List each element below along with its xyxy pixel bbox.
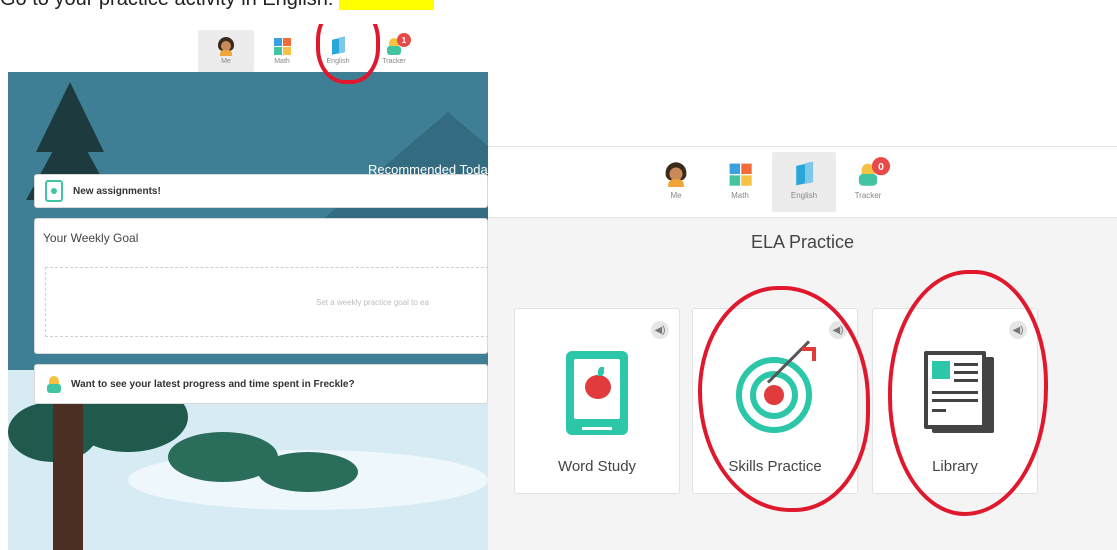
tracker-icon: 1 (385, 33, 411, 55)
progress-prompt-text: Want to see your latest progress and tim… (71, 378, 355, 390)
top-nav: Me Math English 1 Tracker (198, 30, 422, 72)
avatar-icon (664, 161, 687, 187)
top-nav: Me Math English 0 Tracker (644, 152, 900, 212)
highlight-marker (339, 0, 435, 10)
progress-prompt-card[interactable]: Want to see your latest progress and tim… (34, 364, 488, 404)
page-title: ELA Practice (750, 232, 855, 252)
tracker-badge: 1 (397, 33, 411, 47)
math-grid-icon (273, 37, 291, 55)
nav-label: Tracker (854, 190, 882, 200)
math-grid-icon (728, 162, 752, 186)
nav-me[interactable]: Me (198, 30, 254, 72)
nav-label: Tracker (382, 58, 406, 65)
tracker-icon (45, 375, 61, 393)
apple-book-icon (552, 347, 642, 437)
top-nav-bar: Me Math English 0 Tracker (488, 146, 1117, 218)
nav-tracker[interactable]: 0 Tracker (836, 152, 900, 212)
instruction-line: Go to your practice activity in English: (0, 0, 760, 12)
nav-english[interactable]: English (772, 152, 836, 212)
nav-math[interactable]: Math (708, 152, 772, 212)
book-icon (792, 160, 815, 185)
tracker-icon: 0 (856, 156, 891, 186)
dashboard-screenshot: Recommended Toda Me Math English 1 Track… (0, 24, 488, 550)
weekly-goal-hint: Set a weekly practice goal to ea (316, 298, 429, 307)
tracker-badge: 0 (871, 156, 891, 175)
nav-label: Me (221, 58, 231, 65)
tile-label: Word Study (557, 458, 637, 475)
instruction-text: Go to your practice activity in English: (0, 0, 333, 10)
speaker-icon[interactable]: ◀) (651, 321, 669, 339)
nav-label: Me (670, 190, 682, 200)
nav-label: Math (274, 58, 290, 65)
tile-word-study[interactable]: ◀) Word Study (514, 308, 680, 494)
nav-me[interactable]: Me (644, 152, 708, 212)
ela-practice-screenshot: Me Math English 0 Tracker ELA Practice ◀… (488, 146, 1117, 550)
weekly-goal-card: Your Weekly Goal Set a weekly practice g… (34, 218, 488, 354)
nav-label: English (790, 190, 818, 200)
weekly-goal-title: Your Weekly Goal (43, 231, 139, 245)
tree-trunk (53, 402, 83, 550)
nav-label: Math (731, 190, 749, 200)
bush-graphic (258, 452, 358, 492)
avatar-icon (217, 37, 235, 56)
assignment-text: New assignments! (73, 185, 161, 197)
weekly-goal-box[interactable]: Set a weekly practice goal to ea (45, 267, 488, 337)
nav-math[interactable]: Math (254, 30, 310, 72)
new-assignments-card[interactable]: New assignments! (34, 174, 488, 208)
clipboard-icon (45, 180, 63, 202)
